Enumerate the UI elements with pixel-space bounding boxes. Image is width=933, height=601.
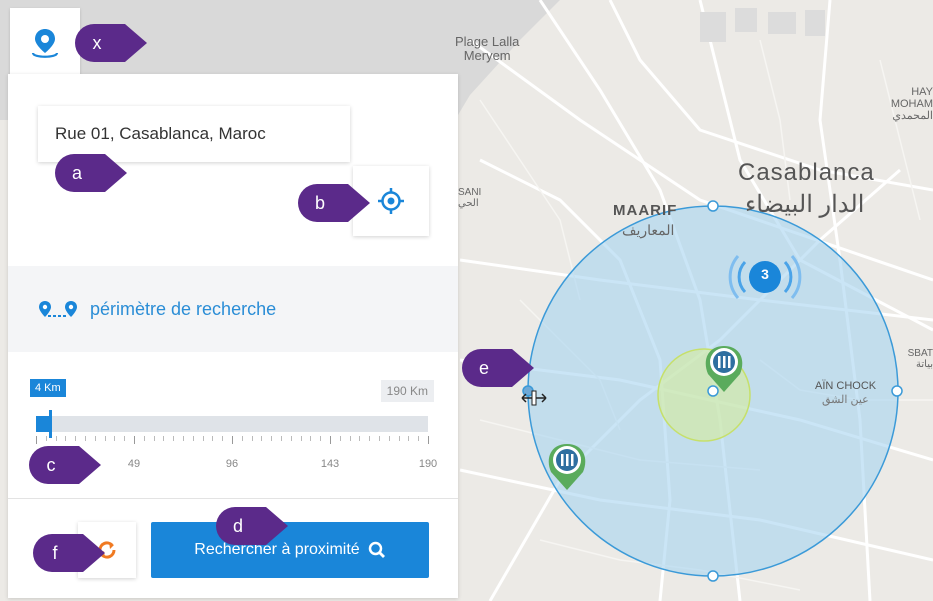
slider-tick	[359, 436, 360, 441]
slider-tick	[114, 436, 115, 441]
slider-tick	[399, 436, 400, 441]
address-value: Rue 01, Casablanca, Maroc	[55, 124, 266, 143]
slider-fill	[36, 416, 50, 432]
crosshair-icon	[378, 188, 404, 214]
place-label-casablanca-arabic: الدار البيضاء	[745, 191, 865, 218]
place-label-maarif: MAARIF	[613, 202, 678, 219]
route-pins-icon	[39, 301, 77, 317]
callout-x: x	[75, 24, 147, 62]
radius-handle-bottom[interactable]	[707, 570, 719, 582]
slider-tick	[193, 436, 194, 441]
slider-tick	[350, 436, 351, 441]
slider-tick	[291, 436, 292, 441]
radius-handle-right[interactable]	[891, 385, 903, 397]
slider-tick	[271, 436, 272, 441]
slider-tick	[418, 436, 419, 441]
place-label-ain-chock-arabic: عين الشق	[822, 394, 869, 406]
slider-tick	[310, 436, 311, 441]
slider-tick	[320, 436, 321, 441]
slider-tick	[389, 436, 390, 441]
slider-max-value: 190 Km	[380, 380, 434, 402]
callout-c: c	[29, 446, 101, 484]
slider-tick	[144, 436, 145, 441]
place-label-plage: Plage Lalla Meryem	[455, 34, 520, 64]
perimeter-section: périmètre de recherche	[8, 266, 458, 352]
slider-tick-label: 49	[127, 458, 141, 470]
slider-tick	[183, 436, 184, 441]
magnifier-icon	[368, 541, 385, 558]
map-pin-icon	[31, 29, 59, 58]
slider-tick-label: 190	[418, 458, 438, 470]
slider-tick-label: 96	[225, 458, 239, 470]
map-pin-toggle-button[interactable]	[10, 8, 80, 78]
radius-handle-top[interactable]	[707, 200, 719, 212]
slider-current-value: 4 Km	[30, 379, 66, 397]
slider-tick	[330, 436, 331, 444]
slider-tick	[212, 436, 213, 441]
slider-tick	[428, 436, 429, 444]
callout-b: b	[298, 184, 370, 222]
slider-tick	[154, 436, 155, 441]
slider-ticks	[36, 436, 429, 446]
perimeter-label: périmètre de recherche	[90, 298, 277, 319]
slider-tick	[65, 436, 66, 441]
slider-handle[interactable]	[49, 410, 52, 438]
slider-tick	[75, 436, 76, 441]
callout-d: d	[216, 507, 288, 545]
slider-tick	[252, 436, 253, 441]
slider-tick	[95, 436, 96, 441]
slider-tick	[163, 436, 164, 441]
cluster-count: 3	[761, 266, 769, 282]
slider-tick	[369, 436, 370, 441]
slider-tick	[222, 436, 223, 441]
app-stage: Plage Lalla Meryem HAY MOHAM المحمدي Cas…	[0, 0, 933, 601]
slider-tick	[261, 436, 262, 441]
callout-f: f	[33, 534, 105, 572]
place-label-sbat: SBAT بياتة	[907, 348, 933, 370]
slider-tick	[56, 436, 57, 441]
slider-tick	[36, 436, 37, 444]
place-label-ain-chock: AÏN CHOCK	[815, 380, 877, 392]
slider-tick	[232, 436, 233, 444]
radius-slider[interactable]	[36, 410, 428, 438]
slider-tick	[301, 436, 302, 441]
radius-center-handle[interactable]	[707, 385, 719, 397]
slider-tick	[242, 436, 243, 441]
slider-tick	[203, 436, 204, 441]
place-label-hay: HAY MOHAM المحمدي	[890, 86, 933, 123]
place-label-maarif-arabic: المعاريف	[622, 222, 675, 238]
slider-tick	[408, 436, 409, 441]
slider-tick	[46, 436, 47, 441]
slider-tick	[173, 436, 174, 441]
place-label-casablanca: Casablanca	[738, 159, 875, 186]
slider-tick	[85, 436, 86, 441]
slider-tick	[124, 436, 125, 441]
slider-tick	[281, 436, 282, 441]
slider-tick	[379, 436, 380, 441]
slider-tick	[340, 436, 341, 441]
slider-tick	[105, 436, 106, 441]
callout-a: a	[55, 154, 127, 192]
callout-e: e	[462, 349, 534, 387]
place-label-sani: SANI الحي	[458, 187, 482, 209]
search-nearby-button[interactable]: Rechercher à proximité	[151, 522, 429, 578]
slider-tick-label: 143	[320, 458, 340, 470]
divider	[8, 498, 458, 499]
slider-tick	[134, 436, 135, 444]
